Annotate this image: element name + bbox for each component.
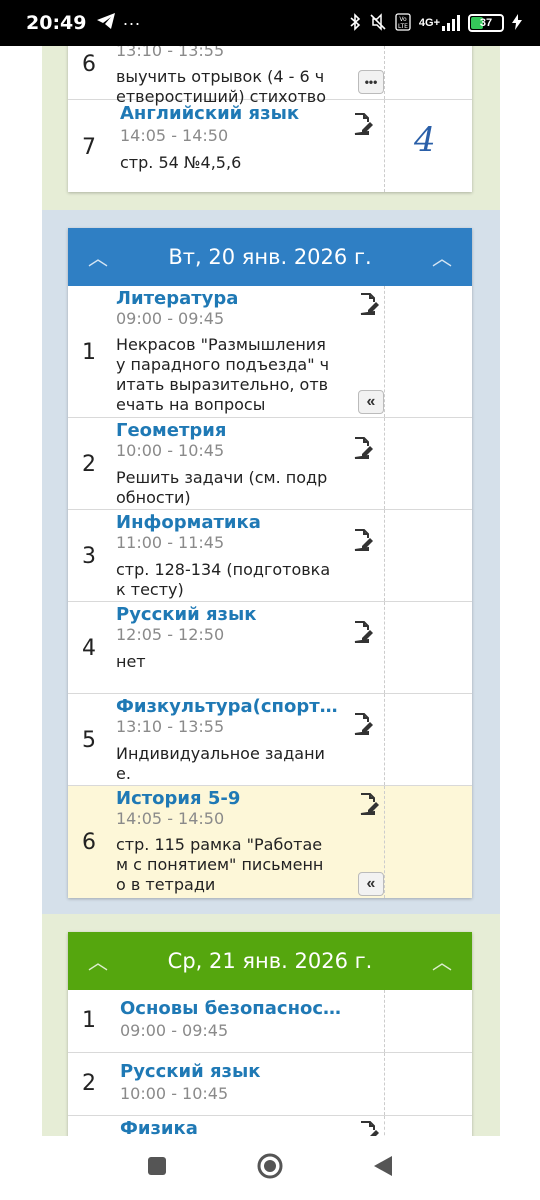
day-header[interactable]: ︿ Ср, 21 янв. 2026 г. ︿: [68, 932, 472, 990]
lesson-row[interactable]: 3 Информатика 11:00 - 11:45 стр. 128-134…: [68, 510, 472, 602]
lesson-number: 3: [82, 544, 96, 569]
lesson-subject-link[interactable]: Геометрия: [116, 420, 226, 441]
homework-edit-icon[interactable]: [352, 528, 374, 552]
lesson-number: 1: [82, 340, 96, 365]
lesson-number: 7: [82, 135, 96, 160]
volte-icon: Vo LTE: [395, 12, 411, 34]
homework-edit-icon[interactable]: [352, 620, 374, 644]
lesson-row[interactable]: 7 Английский язык 14:05 - 14:50 стр. 54 …: [68, 100, 472, 192]
homework-edit-icon[interactable]: [352, 436, 374, 460]
homework-edit-icon[interactable]: [352, 712, 374, 736]
diary-page[interactable]: 6 13:10 - 13:55 выучить отрывок (4 - 6 ч…: [0, 46, 540, 1136]
lesson-grade[interactable]: 4: [414, 120, 436, 160]
expand-homework-button[interactable]: •••: [358, 70, 384, 94]
wednesday-card: ︿ Ср, 21 янв. 2026 г. ︿ 1 Основы безопас…: [68, 932, 472, 1136]
day-title: Вт, 20 янв. 2026 г.: [168, 245, 372, 269]
chevron-up-icon[interactable]: ︿: [432, 946, 452, 975]
lesson-homework: Некрасов "Размышления у парадного подъез…: [116, 335, 330, 414]
lesson-subject-link[interactable]: Русский язык: [116, 604, 256, 625]
chevron-up-icon[interactable]: ︿: [88, 242, 108, 271]
bluetooth-icon: [349, 12, 361, 34]
lesson-homework: стр. 115 рамка "Работае м с понятием" пи…: [116, 835, 324, 894]
signal-icon: 4G+: [419, 15, 460, 31]
collapse-icon[interactable]: «: [358, 872, 384, 896]
battery-icon: 37: [468, 14, 504, 32]
lesson-homework: стр. 128-134 (подготовка к тесту): [116, 560, 331, 599]
lesson-subject-link[interactable]: Физкультура(спорт…: [116, 696, 338, 717]
lesson-row[interactable]: Физика: [68, 1116, 472, 1136]
homework-edit-icon[interactable]: [358, 792, 380, 816]
lesson-time: 12:05 - 12:50: [116, 625, 225, 644]
homework-edit-icon[interactable]: [352, 112, 374, 136]
lesson-time: 14:05 - 14:50: [120, 126, 229, 145]
lesson-row[interactable]: 1 Основы безопаснос… 09:00 - 09:45: [68, 990, 472, 1053]
lesson-subject-link[interactable]: Основы безопаснос…: [120, 998, 341, 1019]
chevron-up-icon[interactable]: ︿: [432, 242, 452, 271]
lesson-row-current[interactable]: 6 История 5-9 14:05 - 14:50 стр. 115 рам…: [68, 786, 472, 898]
charging-icon: [512, 13, 522, 33]
mute-icon: [369, 12, 387, 34]
lesson-time: 11:00 - 11:45: [116, 533, 225, 552]
svg-text:LTE: LTE: [398, 23, 408, 30]
day-title: Ср, 21 янв. 2026 г.: [167, 949, 373, 973]
lesson-row[interactable]: 2 Геометрия 10:00 - 10:45 Решить задачи …: [68, 418, 472, 510]
lesson-homework: Индивидуальное задани е.: [116, 744, 325, 783]
lesson-homework: стр. 54 №4,5,6: [120, 153, 242, 172]
lesson-row[interactable]: 2 Русский язык 10:00 - 10:45: [68, 1053, 472, 1116]
lesson-homework: Решить задачи (см. подр обности): [116, 468, 328, 507]
network-type-label: 4G+: [418, 17, 440, 29]
lesson-number: 6: [82, 52, 96, 77]
system-navigation-bar: [0, 1136, 540, 1200]
lesson-row[interactable]: 4 Русский язык 12:05 - 12:50 нет: [68, 602, 472, 694]
status-bar: 20:49 ··· Vo LTE 4G+ 37: [0, 0, 540, 46]
lesson-homework: нет: [116, 652, 146, 671]
homework-edit-icon[interactable]: [358, 292, 380, 316]
lesson-number: 5: [82, 728, 96, 753]
lesson-time: 10:00 - 10:45: [116, 441, 225, 460]
lesson-time: 09:00 - 09:45: [116, 309, 225, 328]
lesson-time: 13:10 - 13:55: [116, 46, 225, 60]
recent-apps-icon[interactable]: [147, 1156, 167, 1181]
monday-card: 6 13:10 - 13:55 выучить отрывок (4 - 6 ч…: [68, 46, 472, 192]
lesson-subject-link[interactable]: Литература: [116, 288, 238, 309]
home-icon[interactable]: [257, 1153, 283, 1184]
collapse-icon[interactable]: «: [358, 390, 384, 414]
lesson-subject-link[interactable]: Информатика: [116, 512, 261, 533]
lesson-time: 13:10 - 13:55: [116, 717, 225, 736]
lesson-time: 14:05 - 14:50: [116, 809, 225, 828]
lesson-subject-link[interactable]: Физика: [120, 1118, 198, 1136]
lesson-number: 4: [82, 636, 96, 661]
lesson-row[interactable]: 1 Литература 09:00 - 09:45 Некрасов "Раз…: [68, 286, 472, 418]
day-header[interactable]: ︿ Вт, 20 янв. 2026 г. ︿: [68, 228, 472, 286]
status-time: 20:49: [26, 12, 87, 34]
telegram-icon: [96, 12, 116, 35]
back-icon[interactable]: [373, 1155, 393, 1182]
lesson-number: 2: [82, 1071, 96, 1096]
lesson-time: 10:00 - 10:45: [120, 1084, 229, 1103]
svg-text:Vo: Vo: [399, 16, 407, 23]
lesson-number: 1: [82, 1008, 96, 1033]
more-icon: ···: [122, 12, 141, 33]
lesson-time: 09:00 - 09:45: [120, 1021, 229, 1040]
battery-level: 37: [479, 17, 493, 29]
lesson-row[interactable]: 5 Физкультура(спорт… 13:10 - 13:55 Индив…: [68, 694, 472, 786]
lesson-subject-link[interactable]: Английский язык: [120, 103, 299, 124]
lesson-number: 2: [82, 452, 96, 477]
tuesday-card: ︿ Вт, 20 янв. 2026 г. ︿ 1 Литература 09:…: [68, 228, 472, 898]
lesson-subject-link[interactable]: История 5-9: [116, 788, 240, 809]
lesson-subject-link[interactable]: Русский язык: [120, 1061, 260, 1082]
chevron-up-icon[interactable]: ︿: [88, 946, 108, 975]
lesson-number: 6: [82, 830, 96, 855]
lesson-row[interactable]: 6 13:10 - 13:55 выучить отрывок (4 - 6 ч…: [68, 46, 472, 106]
homework-edit-icon[interactable]: [358, 1120, 380, 1136]
